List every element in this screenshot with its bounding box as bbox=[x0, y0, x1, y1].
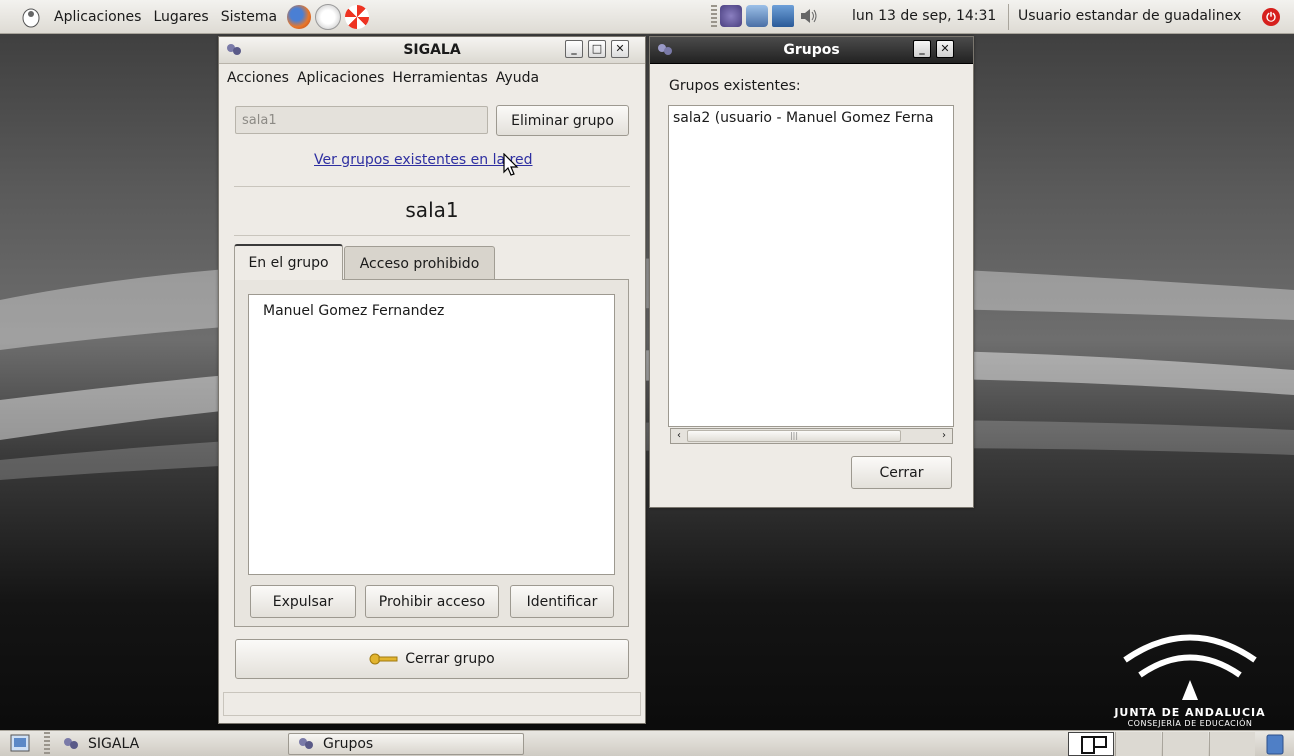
email-icon[interactable] bbox=[315, 3, 342, 30]
status-bar bbox=[223, 692, 641, 716]
menu-sistema[interactable]: Sistema bbox=[215, 9, 283, 25]
logo-arches bbox=[1123, 634, 1257, 700]
identify-button[interactable]: Identificar bbox=[510, 585, 614, 618]
clock[interactable]: lun 13 de sep, 14:31 bbox=[852, 8, 996, 24]
network-manager-icon[interactable] bbox=[746, 5, 768, 27]
power-icon[interactable]: ⏻ bbox=[1262, 8, 1280, 26]
close-button[interactable]: ✕ bbox=[936, 40, 954, 58]
workspace-3[interactable] bbox=[1162, 732, 1208, 756]
task-label: Grupos bbox=[323, 736, 374, 752]
task-sigala[interactable]: SIGALA bbox=[54, 733, 282, 755]
menu-acciones[interactable]: Acciones bbox=[227, 70, 289, 86]
scrollbar-thumb[interactable]: ||| bbox=[687, 430, 901, 442]
delete-group-label: Eliminar grupo bbox=[511, 112, 614, 129]
expel-button[interactable]: Expulsar bbox=[250, 585, 356, 618]
menu-aplicaciones[interactable]: Aplicaciones bbox=[48, 9, 147, 25]
task-label: SIGALA bbox=[88, 736, 140, 752]
expel-label: Expulsar bbox=[272, 593, 334, 610]
panel-separator bbox=[1008, 4, 1009, 30]
maximize-button[interactable]: □ bbox=[588, 40, 606, 58]
view-groups-link[interactable]: Ver grupos existentes en la red bbox=[314, 152, 532, 168]
close-button[interactable]: Cerrar bbox=[851, 456, 952, 489]
panel-handle bbox=[711, 5, 717, 29]
members-list[interactable]: Manuel Gomez Fernandez bbox=[248, 294, 615, 575]
scroll-left-icon[interactable]: ‹ bbox=[672, 429, 686, 443]
tab-en-el-grupo[interactable]: En el grupo bbox=[234, 244, 343, 280]
group-heading: sala1 bbox=[405, 198, 459, 222]
list-item[interactable]: Manuel Gomez Fernandez bbox=[263, 303, 444, 319]
delete-group-button[interactable]: Eliminar grupo bbox=[496, 105, 629, 136]
minimize-button[interactable]: _ bbox=[913, 40, 931, 58]
menu-herramientas[interactable]: Herramientas bbox=[392, 70, 487, 86]
sigala-titlebar[interactable]: SIGALA _ □ ✕ bbox=[219, 37, 645, 64]
groups-list[interactable]: sala2 (usuario - Manuel Gomez Ferna bbox=[668, 105, 954, 427]
groups-label: Grupos existentes: bbox=[669, 78, 801, 94]
task-grupos[interactable]: Grupos bbox=[288, 733, 524, 755]
logo-line2: CONSEJERÍA DE EDUCACIÓN bbox=[1127, 719, 1253, 728]
workspace-window-preview bbox=[1093, 736, 1107, 748]
tab-label: Acceso prohibido bbox=[359, 255, 480, 272]
close-button[interactable]: ✕ bbox=[611, 40, 629, 58]
forbid-access-button[interactable]: Prohibir acceso bbox=[365, 585, 499, 618]
help-lifebuoy-icon[interactable] bbox=[345, 4, 370, 29]
menubar: Acciones Aplicaciones Herramientas Ayuda bbox=[219, 64, 645, 92]
volume-icon[interactable] bbox=[798, 5, 820, 27]
close-label: Cerrar bbox=[879, 464, 924, 481]
panel-handle bbox=[44, 732, 50, 756]
menu-aplicaciones[interactable]: Aplicaciones bbox=[297, 70, 384, 86]
tab-acceso-prohibido[interactable]: Acceso prohibido bbox=[344, 246, 495, 280]
guadalinex-menu-icon[interactable] bbox=[20, 6, 42, 28]
separator bbox=[234, 235, 630, 236]
sigala-tray-icon[interactable] bbox=[720, 5, 742, 27]
logo-line1: JUNTA DE ANDALUCIA bbox=[1114, 706, 1266, 719]
scroll-right-icon[interactable]: › bbox=[937, 429, 951, 443]
forbid-access-label: Prohibir acceso bbox=[378, 593, 486, 610]
sigala-app-icon bbox=[299, 738, 313, 749]
horizontal-scrollbar[interactable]: ‹ ||| › bbox=[670, 428, 953, 444]
workspace-1[interactable] bbox=[1068, 732, 1114, 756]
mouse-cursor-icon bbox=[503, 153, 519, 176]
user-switcher[interactable]: Usuario estandar de guadalinex bbox=[1018, 8, 1241, 24]
tab-label: En el grupo bbox=[248, 255, 329, 271]
minimize-button[interactable]: _ bbox=[565, 40, 583, 58]
firefox-icon[interactable] bbox=[287, 4, 312, 29]
trash-icon[interactable] bbox=[1264, 733, 1286, 755]
group-name-input[interactable]: sala1 bbox=[235, 106, 488, 134]
list-item[interactable]: sala2 (usuario - Manuel Gomez Ferna bbox=[673, 110, 934, 126]
close-group-button[interactable]: Cerrar grupo bbox=[235, 639, 629, 679]
workspace-4[interactable] bbox=[1209, 732, 1255, 756]
menu-ayuda[interactable]: Ayuda bbox=[496, 70, 539, 86]
workspace-2[interactable] bbox=[1115, 732, 1161, 756]
menu-lugares[interactable]: Lugares bbox=[147, 9, 214, 25]
grupos-titlebar[interactable]: Grupos _ ✕ bbox=[650, 37, 973, 64]
system-tray bbox=[720, 5, 820, 27]
network-connection-icon[interactable] bbox=[772, 5, 794, 27]
key-icon bbox=[369, 653, 398, 665]
sigala-app-icon bbox=[64, 738, 78, 749]
show-desktop-icon[interactable] bbox=[10, 734, 30, 752]
separator bbox=[234, 186, 630, 187]
junta-andalucia-logo: JUNTA DE ANDALUCIA CONSEJERÍA DE EDUCACI… bbox=[1095, 620, 1285, 730]
bottom-panel: SIGALA Grupos bbox=[0, 730, 1294, 756]
identify-label: Identificar bbox=[526, 593, 598, 610]
close-group-label: Cerrar grupo bbox=[405, 651, 495, 667]
